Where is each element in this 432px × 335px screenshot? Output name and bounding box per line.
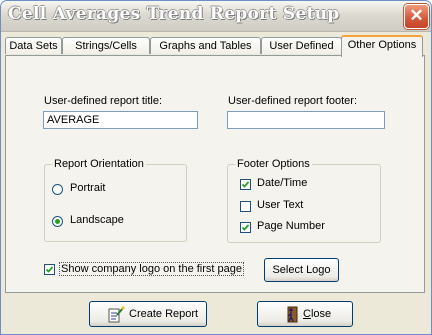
create-report-button[interactable]: Create Report: [89, 301, 207, 327]
tab-other-options[interactable]: Other Options: [341, 35, 423, 57]
tab-graphs-and-tables[interactable]: Graphs and Tables: [150, 37, 261, 54]
report-orientation-group: Report Orientation: [44, 158, 187, 242]
close-icon: ✕: [409, 6, 424, 25]
report-setup-dialog: Cell Averages Trend Report Setup ✕ Data …: [0, 0, 432, 335]
date-time-checkbox[interactable]: [240, 179, 251, 190]
date-time-label[interactable]: Date/Time: [257, 177, 307, 189]
page-number-checkbox[interactable]: [240, 222, 251, 233]
landscape-radio[interactable]: [52, 216, 63, 227]
report-orientation-legend: Report Orientation: [52, 158, 146, 170]
create-report-label: Create Report: [129, 308, 199, 320]
select-logo-button[interactable]: Select Logo: [264, 258, 339, 282]
close-button[interactable]: Close: [257, 301, 353, 327]
checkmark-icon: [45, 266, 54, 273]
footer-options-legend: Footer Options: [235, 158, 312, 170]
tab-strings-cells[interactable]: Strings/Cells: [62, 37, 150, 54]
checkmark-icon: [241, 181, 250, 188]
exit-door-icon: [287, 306, 298, 323]
report-title-input[interactable]: [43, 111, 198, 129]
portrait-radio[interactable]: [52, 184, 63, 195]
show-logo-label[interactable]: Show company logo on the first page: [59, 262, 245, 276]
close-window-button[interactable]: ✕: [404, 4, 429, 29]
other-options-panel: User-defined report title: User-defined …: [5, 55, 425, 293]
page-number-label[interactable]: Page Number: [257, 220, 325, 232]
tab-user-defined[interactable]: User Defined: [261, 37, 342, 54]
landscape-label[interactable]: Landscape: [70, 214, 124, 226]
report-wizard-icon: [108, 306, 125, 323]
show-logo-checkbox[interactable]: [44, 264, 55, 275]
user-text-label[interactable]: User Text: [257, 199, 303, 211]
close-label: Close: [303, 308, 332, 320]
report-footer-input[interactable]: [227, 111, 385, 129]
report-title-label: User-defined report title:: [44, 95, 162, 107]
report-footer-label: User-defined report footer:: [228, 95, 358, 107]
tab-data-sets[interactable]: Data Sets: [5, 37, 62, 54]
checkmark-icon: [241, 224, 250, 231]
tab-strip: Data Sets Strings/Cells Graphs and Table…: [5, 35, 429, 57]
window-title: Cell Averages Trend Report Setup: [8, 4, 340, 24]
portrait-label[interactable]: Portrait: [70, 182, 105, 194]
title-bar: Cell Averages Trend Report Setup ✕: [1, 1, 431, 32]
dialog-footer: Create Report Close: [1, 294, 431, 334]
user-text-checkbox[interactable]: [240, 201, 251, 212]
